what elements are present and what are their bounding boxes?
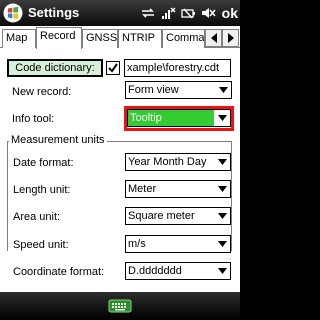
speed-unit-select[interactable]: m/s: [125, 235, 231, 253]
chevron-down-icon: [214, 181, 230, 197]
code-dictionary-checkbox[interactable]: [106, 61, 120, 75]
chevron-down-icon: [214, 236, 230, 252]
area-unit-label: Area unit:: [13, 211, 61, 223]
tab-map[interactable]: Map: [2, 29, 36, 48]
status-icons: ok: [140, 3, 238, 23]
ok-button[interactable]: ok: [222, 5, 238, 21]
window-title: Settings: [28, 5, 80, 20]
new-record-label: New record:: [12, 86, 72, 98]
highlight-frame: [124, 106, 234, 131]
record-settings-panel: Code dictionary: xample\forestry.cdt New…: [0, 48, 240, 292]
length-unit-select[interactable]: Meter: [125, 180, 231, 198]
chevron-down-icon: [214, 208, 230, 224]
tab-ntrip[interactable]: NTRIP: [118, 29, 162, 48]
chevron-right-icon: [227, 33, 234, 43]
date-format-label: Date format:: [13, 157, 74, 169]
coordinate-format-select[interactable]: D.ddddddd: [125, 262, 231, 280]
volume-muted-icon[interactable]: [200, 5, 216, 21]
code-dictionary-path-field[interactable]: xample\forestry.cdt: [124, 59, 231, 77]
tab-strip: Map Record GNSS NTRIP Commar: [0, 26, 240, 49]
title-bar: Settings ok: [0, 0, 240, 26]
tab-gnss[interactable]: GNSS: [82, 29, 118, 48]
tab-scroll-left-button[interactable]: [205, 29, 222, 47]
battery-icon[interactable]: [180, 5, 196, 21]
chevron-down-icon: [215, 82, 231, 98]
chevron-down-icon: [214, 154, 230, 170]
tab-record[interactable]: Record: [36, 27, 82, 49]
info-tool-label: Info tool:: [12, 113, 55, 125]
new-record-select[interactable]: Form view: [125, 81, 232, 99]
chevron-down-icon: [214, 263, 230, 279]
area-unit-select[interactable]: Square meter: [125, 207, 231, 225]
date-format-select[interactable]: Year Month Day: [125, 153, 231, 171]
checkmark-icon: [108, 63, 118, 73]
length-unit-label: Length unit:: [13, 184, 71, 196]
tab-commands[interactable]: Commar: [162, 29, 205, 48]
chevron-left-icon: [210, 33, 217, 43]
soft-key-bar: [0, 292, 240, 320]
code-dictionary-button[interactable]: Code dictionary:: [7, 59, 103, 77]
coordinate-format-label: Coordinate format:: [13, 266, 105, 278]
connectivity-icon[interactable]: [140, 5, 156, 21]
tab-scroll-right-button[interactable]: [222, 29, 239, 47]
signal-icon[interactable]: [160, 5, 176, 21]
windows-logo-icon[interactable]: [3, 3, 23, 23]
keyboard-icon[interactable]: [108, 298, 132, 314]
speed-unit-label: Speed unit:: [13, 239, 69, 251]
measurement-units-title: Measurement units: [9, 134, 107, 146]
